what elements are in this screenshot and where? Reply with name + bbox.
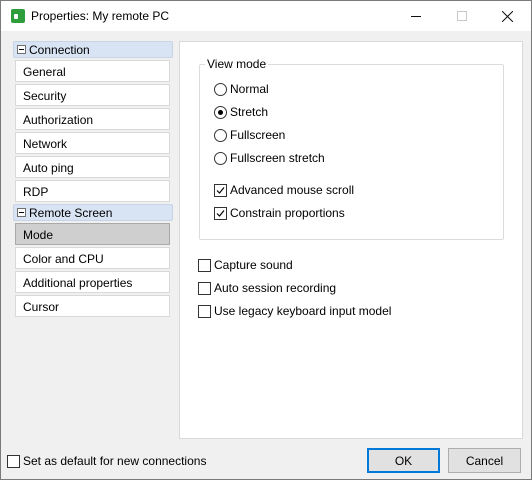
- checkmark-icon: [216, 186, 225, 194]
- nav-item-label: Auto ping: [23, 161, 74, 175]
- checkbox-label: Capture sound: [214, 258, 293, 272]
- group-label: Remote Screen: [29, 206, 113, 220]
- checkbox[interactable]: [198, 281, 211, 295]
- radio-normal[interactable]: Normal: [214, 81, 269, 97]
- view-mode-title: View mode: [205, 57, 269, 71]
- checkbox-label: Auto session recording: [214, 281, 337, 295]
- checkbox[interactable]: [214, 206, 227, 220]
- group-header-connection[interactable]: Connection: [13, 41, 173, 58]
- close-icon: [502, 10, 513, 22]
- radio-button[interactable]: [214, 151, 227, 165]
- ok-button[interactable]: OK: [367, 448, 440, 473]
- group-header-remote-screen[interactable]: Remote Screen: [13, 204, 173, 221]
- nav-item-label: Color and CPU: [23, 252, 104, 266]
- nav-item-color-and-cpu[interactable]: Color and CPU: [15, 247, 170, 269]
- radio-button[interactable]: [214, 105, 227, 119]
- radio-fullscreen-stretch[interactable]: Fullscreen stretch: [214, 150, 325, 166]
- checkbox-label: Set as default for new connections: [23, 454, 207, 468]
- checkmark-icon: [216, 209, 225, 217]
- checkbox-label: Constrain proportions: [230, 206, 345, 220]
- nav-item-label: RDP: [23, 185, 49, 199]
- checkbox[interactable]: [198, 304, 211, 318]
- nav-item-label: Mode: [23, 228, 54, 242]
- window-title: Properties: My remote PC: [31, 9, 170, 23]
- nav-item-cursor[interactable]: Cursor: [15, 295, 170, 317]
- nav-item-authorization[interactable]: Authorization: [15, 108, 170, 130]
- group-label: Connection: [29, 43, 90, 57]
- auto-session-recording-checkbox[interactable]: Auto session recording: [198, 280, 336, 296]
- nav-item-additional-properties[interactable]: Additional properties: [15, 271, 170, 293]
- nav-item-label: Cursor: [23, 300, 60, 314]
- radio-label: Stretch: [230, 105, 269, 119]
- app-icon: [11, 9, 25, 23]
- checkbox-label: Use legacy keyboard input model: [214, 304, 392, 318]
- advanced-mouse-scroll-checkbox[interactable]: Advanced mouse scroll: [214, 182, 354, 198]
- constrain-proportions-checkbox[interactable]: Constrain proportions: [214, 205, 345, 221]
- nav-item-label: Network: [23, 137, 68, 151]
- nav-item-mode[interactable]: Mode: [15, 223, 170, 245]
- mode-settings-panel: View mode Normal Stretch Fullscreen Full…: [179, 41, 523, 439]
- radio-label: Fullscreen stretch: [230, 151, 325, 165]
- nav-item-label: Security: [23, 89, 67, 103]
- nav-item-security[interactable]: Security: [15, 84, 170, 106]
- minimize-button[interactable]: [393, 1, 438, 31]
- checkbox[interactable]: [198, 258, 211, 272]
- checkbox-label: Advanced mouse scroll: [230, 183, 355, 197]
- set-default-checkbox[interactable]: Set as default for new connections: [7, 453, 206, 469]
- properties-window: Properties: My remote PC Connection Gene…: [0, 0, 532, 480]
- minimize-icon: [410, 15, 421, 17]
- radio-button[interactable]: [214, 82, 227, 96]
- maximize-icon: [456, 11, 467, 21]
- nav-item-general[interactable]: General: [15, 60, 170, 82]
- capture-sound-checkbox[interactable]: Capture sound: [198, 257, 293, 273]
- nav-item-rdp[interactable]: RDP: [15, 180, 170, 202]
- nav-item-network[interactable]: Network: [15, 132, 170, 154]
- title-bar: Properties: My remote PC: [1, 1, 531, 31]
- cancel-button[interactable]: Cancel: [448, 448, 521, 473]
- close-button[interactable]: [485, 1, 530, 31]
- radio-label: Normal: [230, 82, 269, 96]
- radio-label: Fullscreen: [230, 128, 286, 142]
- checkbox[interactable]: [214, 183, 227, 197]
- collapse-icon[interactable]: [17, 208, 26, 217]
- collapse-icon[interactable]: [17, 45, 26, 54]
- radio-button[interactable]: [214, 128, 227, 142]
- nav-item-label: Authorization: [23, 113, 94, 127]
- nav-item-auto-ping[interactable]: Auto ping: [15, 156, 170, 178]
- radio-fullscreen[interactable]: Fullscreen: [214, 127, 285, 143]
- nav-item-label: General: [23, 65, 66, 79]
- checkbox[interactable]: [7, 454, 20, 468]
- maximize-button[interactable]: [439, 1, 484, 31]
- legacy-keyboard-checkbox[interactable]: Use legacy keyboard input model: [198, 303, 391, 319]
- radio-stretch[interactable]: Stretch: [214, 104, 268, 120]
- nav-item-label: Additional properties: [23, 276, 133, 290]
